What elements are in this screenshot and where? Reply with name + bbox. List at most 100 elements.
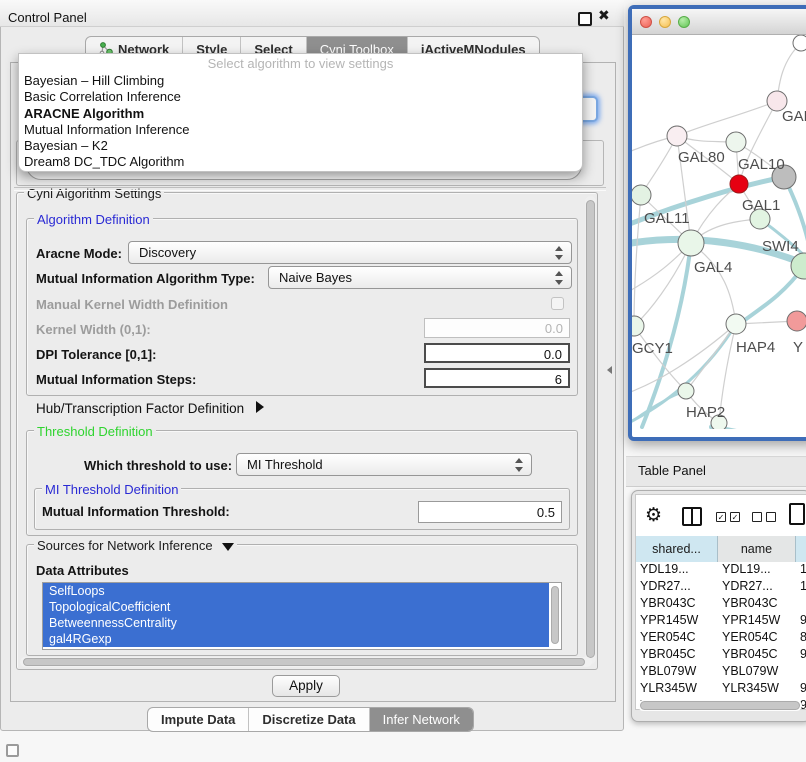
bottom-tab-infer-network[interactable]: Infer Network — [369, 708, 473, 731]
bottom-tab-discretize-data[interactable]: Discretize Data — [248, 708, 368, 731]
stepper-arrows-icon — [515, 457, 523, 473]
dropdown-item-list: Bayesian – Hill ClimbingBasic Correlatio… — [19, 73, 582, 171]
table-cell: YDL19... — [640, 562, 718, 576]
table-cell: YBR045C — [722, 647, 796, 661]
mi-type-label: Mutual Information Algorithm Type: — [36, 271, 255, 286]
table-cell: YLR345W — [640, 681, 718, 695]
table-cell: 13 — [800, 562, 806, 576]
close-traffic-light-icon[interactable] — [640, 16, 652, 28]
settings-horizontal-scrollbar[interactable] — [20, 657, 592, 667]
network-node[interactable] — [678, 383, 694, 399]
select-checkboxes-icon[interactable]: ✓ — [716, 512, 726, 522]
network-node[interactable] — [678, 230, 704, 256]
table-row[interactable]: YBL079WYBL079W — [636, 664, 806, 681]
mi-steps-field[interactable]: 6 — [424, 368, 570, 388]
dropdown-item-aracne-algorithm[interactable]: ARACNE Algorithm — [19, 106, 582, 122]
attribute-list[interactable]: SelfLoopsTopologicalCoefficientBetweenne… — [42, 582, 562, 650]
stepper-arrows-icon — [555, 270, 563, 286]
document-icon[interactable] — [789, 503, 805, 525]
data-attributes-label: Data Attributes — [36, 563, 129, 578]
attribute-item-selfloops[interactable]: SelfLoops — [43, 583, 549, 599]
network-node[interactable] — [667, 126, 687, 146]
table-cell: YDR27... — [640, 579, 718, 593]
split-columns-icon[interactable] — [682, 507, 702, 526]
dropdown-item-basic-correlation-inference[interactable]: Basic Correlation Inference — [19, 89, 582, 105]
network-node[interactable] — [632, 316, 644, 336]
kernel-width-field[interactable]: 0.0 — [424, 318, 570, 338]
dropdown-item-bayesian-hill-climbing[interactable]: Bayesian – Hill Climbing — [19, 73, 582, 89]
manual-kernel-checkbox[interactable] — [551, 297, 564, 310]
manual-kernel-label: Manual Kernel Width Definition — [36, 297, 228, 312]
table-cell: 8. — [800, 630, 806, 644]
bottom-tab-impute-data[interactable]: Impute Data — [148, 708, 248, 731]
attribute-item-gal4rgexp[interactable]: gal4RGexp — [43, 631, 549, 647]
table-row[interactable]: YLR345WYLR345W9. — [636, 681, 806, 698]
dropdown-prompt: Select algorithm to view settings — [19, 54, 582, 73]
aracne-mode-select[interactable]: Discovery — [128, 241, 572, 264]
algorithm-definition-title: Algorithm Definition — [34, 212, 153, 227]
attribute-item-betweennesscentrality[interactable]: BetweennessCentrality — [43, 615, 549, 631]
attribute-item-topologicalcoefficient[interactable]: TopologicalCoefficient — [43, 599, 549, 615]
network-node[interactable] — [787, 311, 806, 331]
deselect-checkboxes-icon[interactable] — [766, 512, 776, 522]
select-checkboxes-icon[interactable]: ✓ — [730, 512, 740, 522]
attribute-list-scrollbar[interactable] — [550, 584, 560, 648]
dock-panel-icon[interactable] — [6, 744, 19, 757]
table-cell: 12 — [800, 579, 806, 593]
table-row[interactable]: YBR045CYBR045C9. — [636, 647, 806, 664]
dropdown-item-mutual-information-inference[interactable]: Mutual Information Inference — [19, 122, 582, 138]
column-header-shared[interactable]: shared... — [636, 536, 718, 562]
network-node[interactable] — [632, 185, 651, 205]
table-cell: YBR043C — [722, 596, 796, 610]
which-threshold-label: Which threshold to use: — [84, 458, 232, 473]
sources-title-text: Sources for Network Inference — [37, 538, 213, 553]
dropdown-item-bayesian-k2[interactable]: Bayesian – K2 — [19, 138, 582, 154]
table-row[interactable]: YDR27...YDR27...12 — [636, 579, 806, 596]
table-row[interactable]: YPR145WYPR145W9. — [636, 613, 806, 630]
network-node[interactable] — [793, 35, 806, 51]
node-label-hap2: HAP2 — [686, 404, 725, 421]
aracne-mode-label: Aracne Mode: — [36, 246, 122, 261]
column-header-name[interactable]: name — [718, 536, 796, 562]
table-cell: YDL19... — [722, 562, 796, 576]
table-cell: YER054C — [640, 630, 718, 644]
network-node[interactable] — [730, 175, 748, 193]
minimize-traffic-light-icon[interactable] — [659, 16, 671, 28]
dropdown-item-dream8-dc-tdc-algorithm[interactable]: Dream8 DC_TDC Algorithm — [19, 154, 582, 170]
network-canvas[interactable]: GALGAL80GAL10GAL1GAL11SWI4GAL4GCY1HAP4YH… — [632, 35, 806, 429]
float-panel-icon[interactable] — [578, 12, 592, 26]
mi-type-select[interactable]: Naive Bayes — [268, 266, 572, 289]
network-node[interactable] — [726, 132, 746, 152]
which-threshold-select[interactable]: MI Threshold — [236, 453, 532, 476]
deselect-checkboxes-icon[interactable] — [752, 512, 762, 522]
table-row[interactable]: YDL19... YDL19... 13 — [636, 562, 806, 579]
node-label-y: Y — [793, 339, 803, 356]
control-panel-titlebar — [0, 0, 624, 27]
close-icon[interactable]: ✖ — [598, 7, 610, 24]
table-cell: YPR145W — [722, 613, 796, 627]
divider-collapse-icon[interactable] — [607, 366, 612, 374]
dpi-tolerance-label: DPI Tolerance [0,1]: — [36, 347, 156, 362]
bottom-tab-bar: Impute DataDiscretize DataInfer Network — [147, 707, 474, 732]
hub-definition-expander[interactable]: Hub/Transcription Factor Definition — [36, 401, 264, 416]
algorithm-dropdown-popup: Select algorithm to view settings Bayesi… — [18, 53, 583, 172]
dpi-tolerance-field[interactable]: 0.0 — [424, 343, 570, 363]
collapse-down-icon — [222, 543, 234, 551]
kernel-width-label: Kernel Width (0,1): — [36, 322, 151, 337]
zoom-traffic-light-icon[interactable] — [678, 16, 690, 28]
sources-title[interactable]: Sources for Network Inference — [34, 538, 237, 553]
table-row[interactable]: YBR043CYBR043C — [636, 596, 806, 613]
settings-vertical-scrollbar[interactable] — [585, 196, 596, 664]
network-node[interactable] — [726, 314, 746, 334]
table-cell: YBL079W — [722, 664, 796, 678]
table-cell: 9. — [800, 647, 806, 661]
mi-threshold-field[interactable]: 0.5 — [418, 501, 562, 523]
table-horizontal-scrollbar[interactable] — [638, 700, 802, 711]
column-header-col3[interactable] — [796, 536, 806, 562]
settings-gear-icon[interactable]: ⚙ — [645, 504, 662, 527]
network-edge — [634, 195, 641, 326]
network-window-titlebar[interactable] — [632, 9, 806, 35]
table-row[interactable]: YER054CYER054C8. — [636, 630, 806, 647]
mi-threshold-label: Mutual Information Threshold: — [42, 504, 230, 519]
apply-button[interactable]: Apply — [272, 675, 340, 697]
